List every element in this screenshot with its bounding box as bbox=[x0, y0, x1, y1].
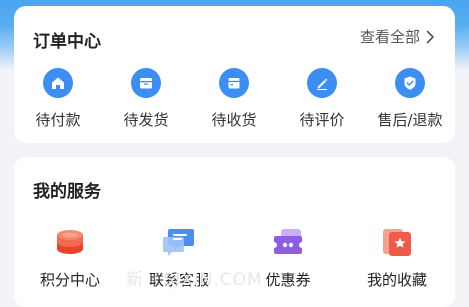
service-customer-support[interactable]: 联系客服 bbox=[135, 225, 223, 290]
order-pending-shipment-label: 待发货 bbox=[123, 111, 169, 129]
package-icon bbox=[140, 78, 152, 89]
service-points-center-label: 积分中心 bbox=[39, 271, 100, 289]
order-center-title: 订单中心 bbox=[33, 32, 101, 52]
home-icon bbox=[52, 77, 64, 89]
order-pending-review[interactable]: 待评价 bbox=[278, 68, 366, 130]
delivery-box-icon bbox=[228, 78, 240, 89]
coins-stack-icon bbox=[57, 230, 83, 254]
service-points-center[interactable]: 积分中心 bbox=[26, 225, 114, 290]
coupon-icon bbox=[274, 229, 302, 254]
my-services-card: 我的服务 积分中心 联系客服 优惠券 我的收藏 bbox=[14, 157, 455, 307]
order-after-sales[interactable]: 售后/退款 bbox=[366, 68, 454, 130]
chat-bubbles-icon bbox=[163, 229, 194, 256]
view-all-label: 查看全部 bbox=[359, 28, 420, 46]
service-my-favorites-label: 我的收藏 bbox=[366, 271, 427, 289]
service-my-favorites[interactable]: 我的收藏 bbox=[353, 225, 441, 290]
my-services-title: 我的服务 bbox=[33, 182, 101, 202]
service-coupons-label: 优惠券 bbox=[265, 271, 311, 289]
shield-check-icon bbox=[404, 76, 416, 90]
order-pending-shipment[interactable]: 待发货 bbox=[102, 68, 190, 130]
order-after-sales-label: 售后/退款 bbox=[377, 111, 443, 129]
chevron-right-icon bbox=[426, 30, 434, 43]
order-pending-review-label: 待评价 bbox=[299, 111, 345, 129]
view-all-orders-link[interactable]: 查看全部 bbox=[360, 26, 435, 47]
service-customer-support-label: 联系客服 bbox=[148, 271, 209, 289]
pen-icon bbox=[317, 78, 328, 90]
order-pending-receipt[interactable]: 待收货 bbox=[190, 68, 278, 130]
order-pending-payment[interactable]: 待付款 bbox=[14, 68, 102, 130]
order-pending-receipt-label: 待收货 bbox=[211, 111, 257, 129]
service-coupons[interactable]: 优惠券 bbox=[244, 225, 332, 290]
favorite-star-icon bbox=[383, 229, 411, 256]
order-pending-payment-label: 待付款 bbox=[35, 111, 81, 129]
order-center-card: 订单中心 查看全部 待付款 待发货 待收货 待评价 售后/退款 bbox=[14, 6, 455, 143]
